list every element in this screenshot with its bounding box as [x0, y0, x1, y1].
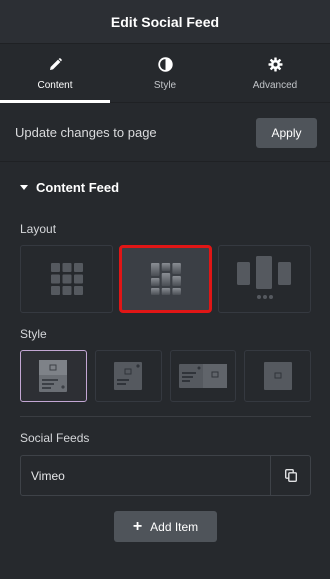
gear-icon — [267, 56, 283, 72]
panel-header: Edit Social Feed — [0, 0, 330, 44]
style-option-overlay[interactable] — [94, 350, 162, 402]
masonry-layout-icon — [150, 263, 181, 295]
carousel-layout-icon — [236, 256, 291, 299]
caret-down-icon — [20, 185, 28, 190]
style-option-stacked[interactable] — [20, 350, 87, 402]
add-item-label: Add Item — [150, 519, 199, 534]
panel-title: Edit Social Feed — [110, 13, 220, 30]
repeater-item-label[interactable]: Vimeo — [21, 456, 270, 495]
plus-icon: + — [132, 517, 143, 535]
repeater-item[interactable]: Vimeo — [20, 455, 311, 496]
divider — [20, 416, 311, 417]
card-horizontal-icon — [178, 364, 227, 388]
card-overlay-icon — [114, 362, 143, 390]
section-title: Content Feed — [36, 180, 120, 195]
layout-label: Layout — [20, 222, 57, 236]
apply-button[interactable]: Apply — [256, 117, 317, 148]
style-options — [20, 350, 311, 402]
add-item-button[interactable]: + Add Item — [114, 511, 217, 542]
style-option-horizontal[interactable] — [169, 350, 237, 402]
tab-content[interactable]: Content — [0, 45, 110, 103]
update-changes-row: Update changes to page Apply — [0, 104, 330, 162]
layout-option-grid[interactable] — [20, 245, 113, 313]
card-stacked-icon — [39, 360, 68, 392]
tab-style-label: Style — [153, 80, 177, 91]
social-feeds-label: Social Feeds — [20, 431, 90, 445]
pencil-icon — [47, 56, 63, 72]
update-changes-text: Update changes to page — [15, 125, 157, 140]
layout-option-masonry[interactable] — [119, 245, 212, 313]
tab-content-label: Content — [37, 80, 73, 91]
tab-bar: Content Style Advanced — [0, 45, 330, 103]
tab-advanced-label: Advanced — [252, 80, 298, 91]
card-image-icon — [263, 362, 292, 390]
style-option-image-only[interactable] — [244, 350, 311, 402]
tab-style[interactable]: Style — [110, 45, 220, 102]
style-label: Style — [20, 327, 47, 341]
grid-layout-icon — [50, 263, 83, 295]
contrast-icon — [157, 56, 173, 72]
layout-option-carousel[interactable] — [218, 245, 311, 313]
section-toggle-content-feed[interactable]: Content Feed — [20, 180, 119, 195]
tab-advanced[interactable]: Advanced — [220, 45, 330, 102]
copy-icon — [284, 469, 297, 482]
duplicate-button[interactable] — [270, 456, 310, 495]
layout-options — [20, 245, 311, 313]
